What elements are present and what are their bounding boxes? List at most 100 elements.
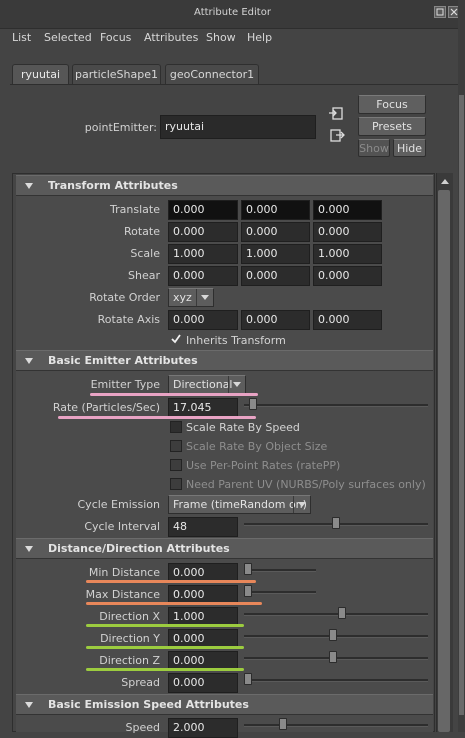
menu-list[interactable]: List — [12, 31, 31, 44]
rotate-order-dropdown[interactable]: xyz — [168, 288, 214, 307]
min-distance-highlight — [86, 580, 256, 583]
menu-attributes[interactable]: Attributes — [144, 31, 198, 44]
rotate-x-field[interactable]: 0.000 — [168, 222, 238, 242]
translate-x-field[interactable]: 0.000 — [168, 200, 238, 220]
translate-z-field[interactable]: 0.000 — [313, 200, 382, 220]
direction-x-label: Direction X — [99, 610, 160, 623]
rate-field[interactable]: 17.045 — [168, 398, 238, 418]
translate-y-field[interactable]: 0.000 — [241, 200, 310, 220]
menu-help[interactable]: Help — [247, 31, 272, 44]
input-connection-icon[interactable] — [328, 106, 344, 125]
spread-slider-handle[interactable] — [244, 673, 252, 685]
show-button[interactable]: Show — [358, 139, 390, 157]
cycle-emission-dropdown[interactable]: Frame (timeRandom on) — [168, 495, 311, 514]
inherits-transform-checkbox[interactable] — [170, 333, 182, 345]
section-transform-attributes[interactable]: Transform Attributes — [16, 175, 433, 196]
tab-particleshape1[interactable]: particleShape1 — [72, 64, 161, 84]
direction-y-highlight — [86, 646, 244, 649]
collapse-triangle-icon — [25, 358, 33, 364]
tab-divider — [10, 84, 465, 85]
tab-ryuutai[interactable]: ryuutai — [12, 64, 69, 84]
section-title: Transform Attributes — [48, 179, 178, 192]
cycle-emission-label: Cycle Emission — [77, 498, 161, 511]
menu-focus[interactable]: Focus — [100, 31, 131, 44]
cycle-interval-label: Cycle Interval — [84, 520, 160, 533]
rotate-axis-z-field[interactable]: 0.000 — [313, 310, 382, 330]
direction-x-slider-handle[interactable] — [338, 607, 346, 619]
rotate-axis-x-field[interactable]: 0.000 — [168, 310, 238, 330]
collapse-triangle-icon — [25, 183, 33, 189]
tab-geoconnector1[interactable]: geoConnector1 — [165, 64, 259, 84]
scale-x-field[interactable]: 1.000 — [168, 244, 238, 264]
rotate-y-field[interactable]: 0.000 — [241, 222, 310, 242]
scroll-thumb[interactable] — [438, 190, 450, 732]
translate-label: Translate — [110, 203, 160, 216]
collapse-triangle-icon — [25, 702, 33, 708]
rate-slider-track[interactable] — [244, 404, 428, 407]
node-type-label: pointEmitter: — [84, 121, 157, 134]
rate-label: Rate (Particles/Sec) — [52, 401, 160, 414]
direction-y-slider-handle[interactable] — [329, 629, 337, 641]
outer-scroll-thumb[interactable] — [459, 95, 464, 715]
scale-rate-by-object-size-label: Scale Rate By Object Size — [186, 440, 328, 453]
direction-x-highlight — [86, 624, 244, 627]
cycle-emission-value: Frame (timeRandom on) — [173, 498, 307, 511]
hide-button[interactable]: Hide — [393, 139, 426, 157]
direction-z-label: Direction Z — [99, 654, 160, 667]
emitter-type-label: Emitter Type — [90, 378, 160, 391]
section-distance-direction-attributes[interactable]: Distance/Direction Attributes — [16, 538, 433, 559]
max-distance-slider-track[interactable] — [244, 591, 316, 594]
max-distance-slider-handle[interactable] — [244, 585, 252, 597]
shear-x-field[interactable]: 0.000 — [168, 266, 238, 286]
collapse-triangle-icon — [25, 546, 33, 552]
speed-slider-handle[interactable] — [279, 718, 288, 730]
emitter-type-dropdown[interactable]: Directional — [168, 375, 246, 394]
chevron-down-icon — [196, 289, 213, 306]
scale-rate-by-object-size-checkbox[interactable] — [170, 440, 182, 452]
cycle-interval-field[interactable]: 48 — [168, 517, 238, 537]
direction-y-label: Direction Y — [100, 632, 160, 645]
output-connection-icon[interactable] — [330, 128, 346, 147]
node-name-field[interactable]: ryuutai — [160, 115, 316, 139]
scale-rate-by-speed-label: Scale Rate By Speed — [186, 421, 300, 434]
window-title: Attribute Editor — [194, 7, 271, 18]
use-per-point-rates-checkbox[interactable] — [170, 459, 182, 471]
speed-field[interactable]: 2.000 — [168, 718, 238, 738]
presets-button[interactable]: Presets — [358, 117, 426, 136]
rotate-axis-y-field[interactable]: 0.000 — [241, 310, 310, 330]
need-parent-uv-label: Need Parent UV (NURBS/Poly surfaces only… — [186, 478, 426, 491]
rate-highlight — [58, 416, 256, 419]
speed-slider-track[interactable] — [244, 724, 428, 727]
focus-button[interactable]: Focus — [358, 95, 426, 114]
restore-icon[interactable] — [434, 6, 446, 18]
menu-selected[interactable]: Selected — [44, 31, 92, 44]
section-title: Basic Emitter Attributes — [48, 354, 198, 367]
scale-rate-by-speed-checkbox[interactable] — [170, 421, 182, 433]
cycle-interval-slider-handle[interactable] — [332, 517, 340, 529]
section-basic-emitter-attributes[interactable]: Basic Emitter Attributes — [16, 350, 433, 371]
scale-z-field[interactable]: 1.000 — [313, 244, 382, 264]
rotate-label: Rotate — [123, 225, 160, 238]
direction-z-slider-handle[interactable] — [329, 651, 337, 663]
title-bar: Attribute Editor — [0, 0, 465, 29]
menu-show[interactable]: Show — [206, 31, 236, 44]
rotate-axis-label: Rotate Axis — [97, 313, 160, 326]
rate-slider-handle[interactable] — [249, 398, 258, 410]
section-title: Distance/Direction Attributes — [48, 542, 230, 555]
spread-field[interactable]: 0.000 — [168, 673, 238, 693]
shear-y-field[interactable]: 0.000 — [241, 266, 310, 286]
spread-slider-track[interactable] — [244, 679, 428, 682]
scale-y-field[interactable]: 1.000 — [241, 244, 310, 264]
min-distance-slider-handle[interactable] — [244, 563, 252, 575]
rotate-z-field[interactable]: 0.000 — [313, 222, 382, 242]
need-parent-uv-checkbox[interactable] — [170, 478, 182, 490]
max-distance-highlight — [86, 602, 262, 605]
min-distance-slider-track[interactable] — [244, 569, 316, 572]
shear-z-field[interactable]: 0.000 — [313, 266, 382, 286]
use-per-point-rates-label: Use Per-Point Rates (ratePP) — [186, 459, 341, 472]
chevron-down-icon — [293, 496, 310, 513]
section-basic-emission-speed-attributes[interactable]: Basic Emission Speed Attributes — [16, 694, 433, 715]
scale-label: Scale — [130, 247, 160, 260]
direction-x-slider-track[interactable] — [244, 613, 428, 616]
shear-label: Shear — [128, 269, 160, 282]
